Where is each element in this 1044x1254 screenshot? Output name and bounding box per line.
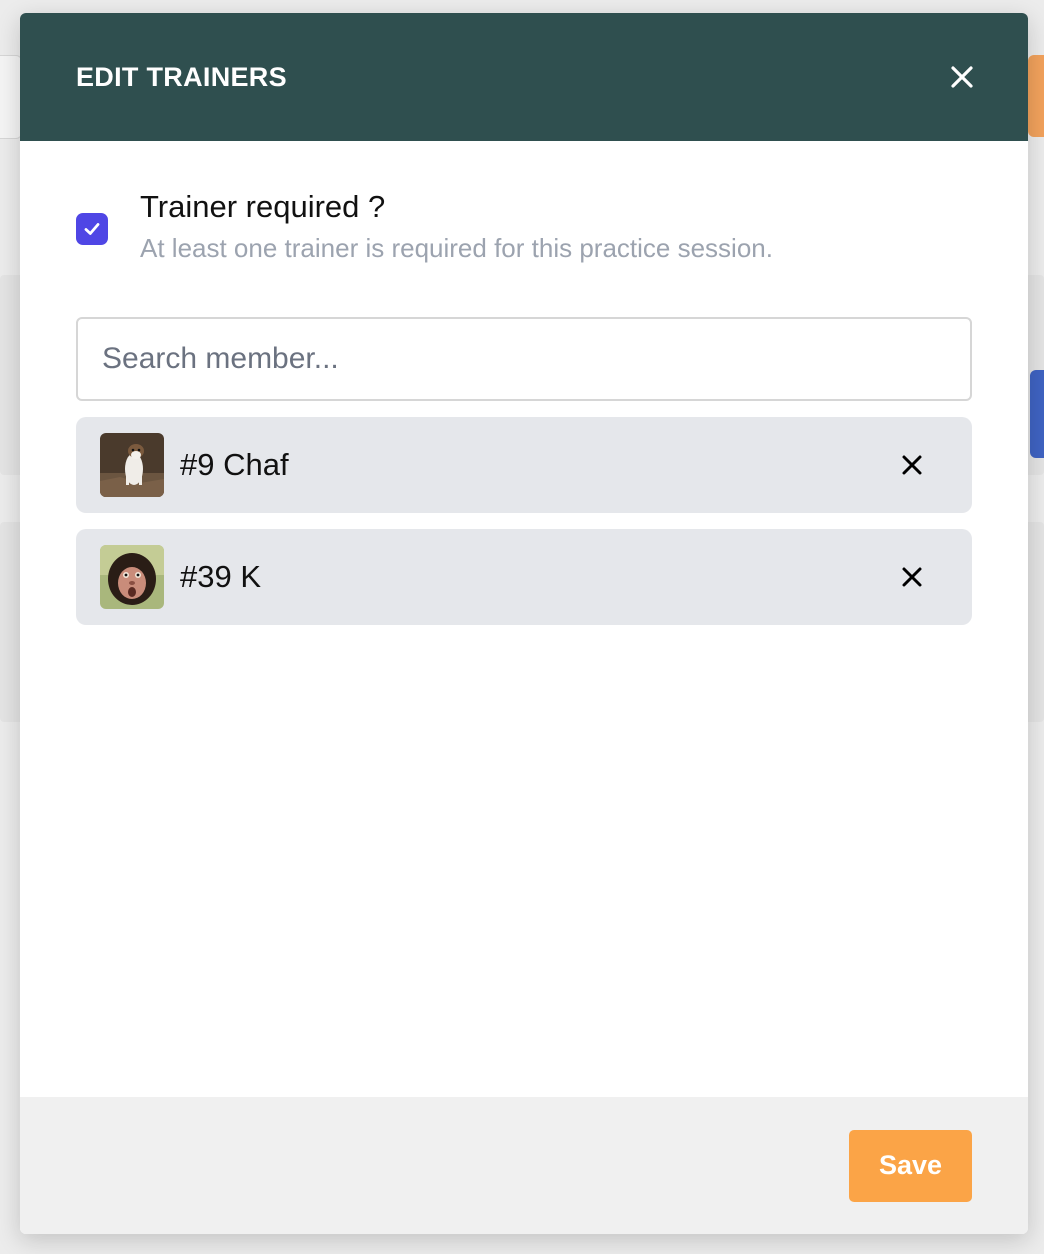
remove-trainer-button[interactable] — [892, 445, 932, 485]
trainer-required-label: Trainer required ? — [140, 189, 386, 224]
close-button[interactable] — [942, 57, 982, 97]
close-icon — [951, 66, 973, 88]
modal-footer: Save — [20, 1097, 1028, 1234]
modal-body: Trainer required ? At least one trainer … — [20, 141, 1028, 1097]
modal-title: EDIT TRAINERS — [76, 61, 287, 92]
search-member-input[interactable] — [76, 317, 972, 401]
background-orange-button — [1028, 55, 1044, 137]
trainer-required-checkbox[interactable] — [76, 213, 108, 245]
monkey-avatar-icon — [100, 545, 164, 609]
trainer-required-help: At least one trainer is required for thi… — [140, 233, 773, 263]
trainer-item: #39 K — [76, 529, 972, 625]
trainer-item: #9 Chaf — [76, 417, 972, 513]
trainer-name: #9 Chaf — [180, 447, 289, 482]
close-icon — [902, 455, 922, 475]
close-icon — [902, 567, 922, 587]
edit-trainers-modal: EDIT TRAINERS Trainer required ? At leas… — [20, 13, 1028, 1234]
background-tab-left — [0, 55, 22, 139]
trainer-list: #9 Chaf #39 K — [76, 417, 972, 625]
trainer-required-row: Trainer required ? At least one trainer … — [76, 187, 972, 266]
modal-header: EDIT TRAINERS — [20, 13, 1028, 141]
remove-trainer-button[interactable] — [892, 557, 932, 597]
checkmark-icon — [84, 223, 100, 235]
trainer-required-text: Trainer required ? At least one trainer … — [140, 187, 773, 266]
trainer-name: #39 K — [180, 559, 262, 594]
save-button[interactable]: Save — [849, 1129, 972, 1202]
background-blue-element — [1030, 370, 1044, 458]
weasel-avatar-icon — [100, 433, 164, 497]
